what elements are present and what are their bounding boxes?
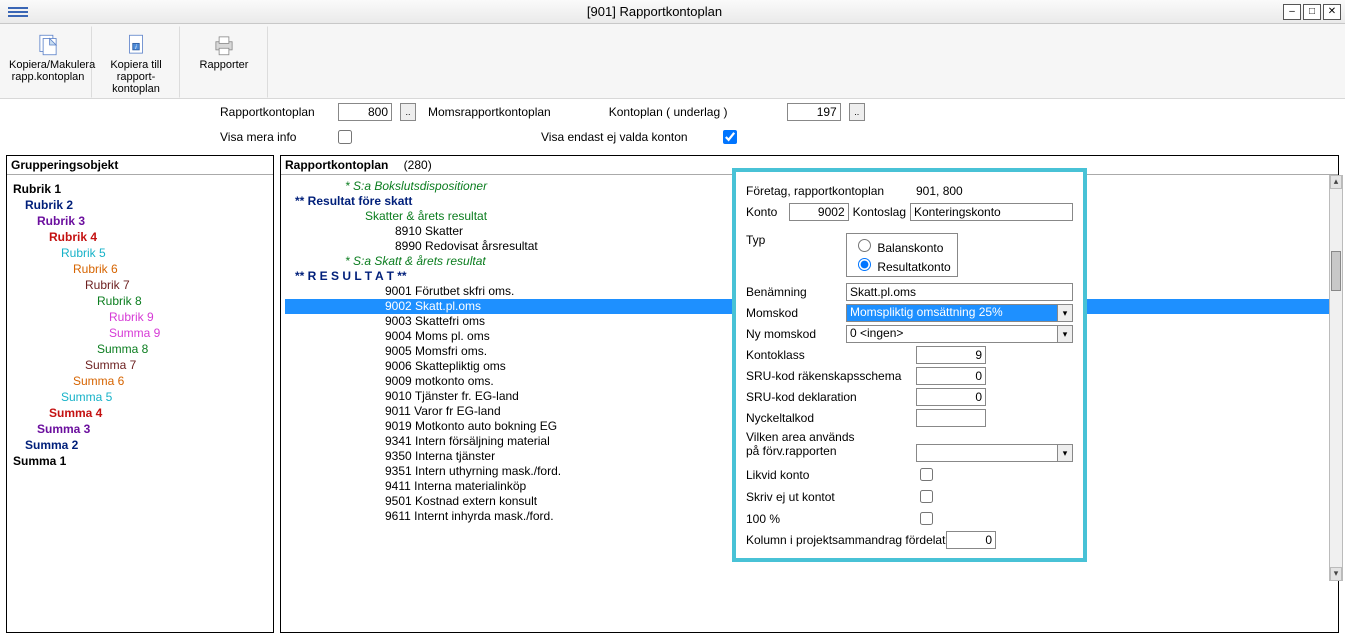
grouping-item[interactable]: Summa 8 [9,341,271,357]
skrivej-checkbox[interactable] [920,490,933,503]
workspace: Grupperingsobjekt Rubrik 1Rubrik 2Rubrik… [0,149,1345,639]
momskod-select[interactable]: Momspliktig omsättning 25% [846,304,1073,322]
area-label: Vilken area användspå förv.rapporten [746,430,916,458]
chevron-down-icon[interactable]: ▾ [1057,325,1073,343]
chevron-down-icon[interactable]: ▾ [1057,444,1073,462]
sru-raken-label: SRU-kod räkenskapsschema [746,369,916,383]
param-row2: Visa mera info Visa endast ej valda kont… [0,123,1345,149]
grouping-panel: Grupperingsobjekt Rubrik 1Rubrik 2Rubrik… [6,155,274,633]
sru-dekl-input[interactable] [916,388,986,406]
rapporter-button[interactable]: Rapporter [180,26,268,98]
detail-panel: Företag, rapportkontoplan 901, 800 Konto… [732,168,1087,562]
maximize-button[interactable]: □ [1303,4,1321,20]
visa-mera-checkbox[interactable] [338,130,352,144]
grouping-item[interactable]: Rubrik 3 [9,213,271,229]
hamburger-icon[interactable] [8,3,28,21]
copy-makulera-label: Kopiera/Makulera rapp.kontoplan [9,59,87,95]
copy-makulera-button[interactable]: Kopiera/Makulera rapp.kontoplan [4,26,92,98]
kontoplan-input[interactable] [787,103,841,121]
sru-raken-input[interactable] [916,367,986,385]
kontoplan-label: Kontoplan ( underlag ) [609,105,779,119]
titlebar: [901] Rapportkontoplan – □ ✕ [0,0,1345,24]
nymomskod-label: Ny momskod [746,327,846,341]
typ-label: Typ [746,233,846,247]
kontoklass-input[interactable] [916,346,986,364]
grouping-item[interactable]: Summa 5 [9,389,271,405]
rapporter-label: Rapporter [185,59,263,95]
benamning-label: Benämning [746,285,846,299]
foretag-value: 901, 800 [916,184,963,198]
visa-mera-label: Visa mera info [220,130,330,144]
kopiera-till-label: Kopiera till rapport- kontoplan [97,59,175,95]
nyckeltal-input[interactable] [916,409,986,427]
hundred-checkbox[interactable] [920,512,933,525]
scroll-down-icon[interactable]: ▾ [1330,567,1342,581]
typ-resultat-radio[interactable]: Resultatkonto [853,255,951,274]
chevron-down-icon[interactable]: ▾ [1057,304,1073,322]
toolbar: Kopiera/Makulera rapp.kontoplan i Kopier… [0,24,1345,99]
window-title: [901] Rapportkontoplan [28,4,1281,19]
grouping-item[interactable]: Rubrik 1 [9,181,271,197]
scroll-up-icon[interactable]: ▴ [1330,175,1342,189]
rapportkontoplan-input[interactable] [338,103,392,121]
benamning-input[interactable] [846,283,1073,301]
grouping-item[interactable]: Rubrik 4 [9,229,271,245]
skrivej-label: Skriv ej ut kontot [746,490,916,504]
grouping-item[interactable]: Summa 1 [9,453,271,469]
grouping-item[interactable]: Rubrik 2 [9,197,271,213]
momsrapport-label: Momsrapportkontoplan [428,105,551,119]
typ-balans-radio[interactable]: Balanskonto [853,236,951,255]
minimize-button[interactable]: – [1283,4,1301,20]
grouping-item[interactable]: Rubrik 7 [9,277,271,293]
area-select[interactable] [916,444,1073,462]
rapportkontoplan-lookup[interactable]: .. [400,103,416,121]
hundred-label: 100 % [746,512,916,526]
kolumn-input[interactable] [946,531,996,549]
grouping-header: Grupperingsobjekt [7,156,273,175]
grouping-item[interactable]: Summa 9 [9,325,271,341]
nyckeltal-label: Nyckeltalkod [746,411,916,425]
kopiera-till-button[interactable]: i Kopiera till rapport- kontoplan [92,26,180,98]
kontoslag-input[interactable] [910,203,1073,221]
kontoplan-lookup[interactable]: .. [849,103,865,121]
grouping-item[interactable]: Summa 6 [9,373,271,389]
scroll-thumb[interactable] [1331,251,1341,291]
mid-header-count: (280) [404,158,432,172]
copy-page-icon [9,31,87,59]
visa-endast-label: Visa endast ej valda konton [541,130,711,144]
grouping-list[interactable]: Rubrik 1Rubrik 2Rubrik 3Rubrik 4Rubrik 5… [7,175,273,475]
foretag-label: Företag, rapportkontoplan [746,184,916,198]
konto-label: Konto [746,205,789,219]
grouping-item[interactable]: Summa 7 [9,357,271,373]
grouping-item[interactable]: Rubrik 8 [9,293,271,309]
rapportkontoplan-label: Rapportkontoplan [220,105,330,119]
sru-dekl-label: SRU-kod deklaration [746,390,916,404]
mid-header-label: Rapportkontoplan [285,158,388,172]
kontoklass-label: Kontoklass [746,348,916,362]
visa-endast-checkbox[interactable] [723,130,737,144]
nymomskod-select[interactable]: 0 <ingen> [846,325,1073,343]
scrollbar[interactable]: ▴ ▾ [1329,175,1343,581]
likvid-label: Likvid konto [746,468,916,482]
copy-to-icon: i [97,31,175,59]
kolumn-label: Kolumn i projektsammandrag fördelat [746,533,946,547]
param-row1: Rapportkontoplan .. Momsrapportkontoplan… [0,99,1345,123]
grouping-item[interactable]: Summa 4 [9,405,271,421]
printer-icon [185,31,263,59]
grouping-item[interactable]: Summa 2 [9,437,271,453]
kontoslag-label: Kontoslag [853,205,906,219]
momskod-label: Momskod [746,306,846,320]
grouping-item[interactable]: Rubrik 9 [9,309,271,325]
close-button[interactable]: ✕ [1323,4,1341,20]
grouping-item[interactable]: Rubrik 5 [9,245,271,261]
typ-radiogroup: Balanskonto Resultatkonto [846,233,958,277]
likvid-checkbox[interactable] [920,468,933,481]
grouping-item[interactable]: Summa 3 [9,421,271,437]
grouping-item[interactable]: Rubrik 6 [9,261,271,277]
konto-input[interactable] [789,203,849,221]
